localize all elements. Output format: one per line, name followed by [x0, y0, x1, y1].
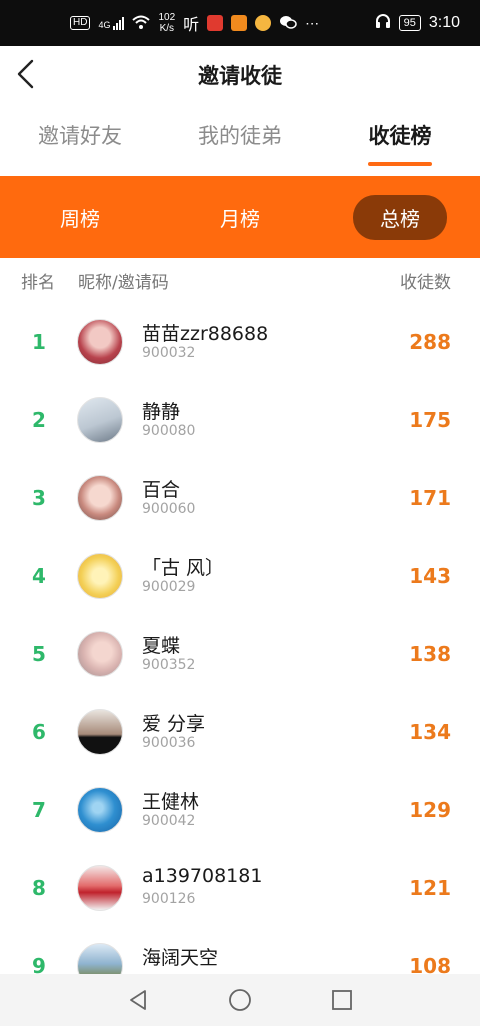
tab-leaderboard[interactable]: 收徒榜: [320, 102, 480, 168]
invite-code: 900029: [142, 579, 196, 595]
avatar: [77, 319, 123, 365]
clock: 3:10: [428, 14, 460, 31]
list-item[interactable]: 2 静静 900080 175: [0, 381, 480, 459]
column-rank: 排名: [21, 273, 55, 293]
invite-code: 900042: [142, 813, 196, 829]
invite-code: 900352: [142, 657, 196, 673]
rank-number: 1: [32, 330, 46, 354]
nickname: 静静: [142, 401, 181, 423]
invite-code: 900060: [142, 501, 196, 517]
square-recents-icon: [332, 990, 352, 1010]
apprentice-count: 175: [409, 408, 451, 432]
tab-my-apprentices[interactable]: 我的徒弟: [160, 102, 320, 168]
rank-number: 3: [32, 486, 46, 510]
rank-number: 7: [32, 798, 46, 822]
nickname: 苗苗zzr88688: [142, 323, 269, 345]
news-app-icon: [207, 15, 224, 31]
battery-indicator: 95: [398, 15, 421, 31]
wechat-icon: [279, 15, 297, 32]
avatar: [77, 865, 123, 911]
list-item[interactable]: 7 王健林 900042 129: [0, 771, 480, 849]
rank-number: 4: [32, 564, 46, 588]
avatar: [77, 397, 123, 443]
invite-code: 900032: [142, 345, 196, 361]
apprentice-count: 121: [409, 876, 451, 900]
network-speed: 102 K/s: [158, 12, 175, 34]
invite-code: 900036: [142, 735, 196, 751]
nickname: a139708181: [142, 865, 263, 887]
invite-code: 900126: [142, 891, 196, 907]
music-app-icon: 听: [183, 17, 200, 34]
avatar: [77, 787, 123, 833]
list-item[interactable]: 6 爱 分享 900036 134: [0, 693, 480, 771]
circle-home-icon: [229, 989, 251, 1011]
system-nav-bar: [0, 974, 480, 1026]
status-left: HD 4G 102 K/s 听 ⋯: [70, 11, 319, 35]
list-header: 排名 昵称/邀请码 收徒数: [0, 268, 480, 294]
leaderboard-list: 1 苗苗zzr88688 900032 288 2 静静 900080 1 7 5 …: [0, 303, 480, 1005]
tab-bar: 邀请好友 我的徒弟 收徒榜: [0, 102, 480, 168]
nickname: 王健林: [142, 791, 200, 813]
range-weekly[interactable]: 周榜: [0, 203, 160, 232]
video-app-icon: [231, 15, 248, 31]
range-total[interactable]: 总榜: [320, 194, 480, 240]
apprentice-count: 288: [409, 330, 451, 354]
network-type-label: 4G: [98, 19, 111, 30]
nav-recents-button[interactable]: [319, 977, 365, 1023]
range-weekly-label: 周榜: [60, 206, 100, 231]
range-total-label: 总榜: [353, 194, 447, 240]
status-right: 95 3:10: [375, 13, 460, 33]
apprentice-count: 171: [409, 486, 451, 510]
page-header: 邀请收徒: [0, 46, 480, 102]
rank-number: 6: [32, 720, 46, 744]
range-monthly-label: 月榜: [220, 206, 260, 231]
column-count: 收徒数: [400, 273, 451, 293]
avatar: [77, 553, 123, 599]
rank-number: 2: [32, 408, 46, 432]
list-item[interactable]: 3 百合 900060 171: [0, 459, 480, 537]
triangle-back-icon: [130, 990, 146, 1010]
list-item[interactable]: 4 「古 风〕 900029 143: [0, 537, 480, 615]
list-item[interactable]: 1 苗苗zzr88688 900032 288: [0, 303, 480, 381]
apprentice-count: 143: [409, 564, 451, 588]
nickname: 「古 风〕: [142, 557, 225, 579]
nav-home-button[interactable]: [217, 977, 263, 1023]
avatar: [77, 709, 123, 755]
hd-badge: HD: [70, 16, 91, 30]
apprentice-count: 129: [409, 798, 451, 822]
range-monthly[interactable]: 月榜: [160, 203, 320, 232]
apprentice-count: 138: [409, 642, 451, 666]
nickname: 百合: [142, 479, 181, 501]
nickname: 爱 分享: [142, 713, 206, 735]
wifi-icon: [132, 15, 151, 32]
signal-icon: 4G: [98, 16, 125, 30]
page-title: 邀请收徒: [198, 64, 282, 88]
apprentice-count: 134: [409, 720, 451, 744]
status-bar: HD 4G 102 K/s 听 ⋯ 95 3:10: [0, 0, 480, 46]
range-selector: 周榜 月榜 总榜: [0, 176, 480, 258]
more-notifications-icon: ⋯: [305, 14, 320, 31]
reader-app-icon: [255, 15, 272, 31]
avatar: [77, 475, 123, 521]
speed-unit: K/s: [159, 23, 175, 34]
column-name: 昵称/邀请码: [78, 273, 169, 293]
speed-value: 102: [158, 12, 176, 23]
headphones-icon: [375, 13, 391, 33]
list-item[interactable]: 5 夏蝶 900352 138: [0, 615, 480, 693]
nickname: 夏蝶: [142, 635, 181, 657]
invite-code: 900080: [142, 423, 196, 439]
rank-number: 5: [32, 642, 46, 666]
nickname: 海阔天空: [142, 947, 219, 969]
avatar: [77, 631, 123, 677]
nav-back-button[interactable]: [115, 977, 161, 1023]
rank-number: 8: [32, 876, 46, 900]
tab-invite-friends[interactable]: 邀请好友: [0, 102, 160, 168]
list-item[interactable]: 8 a139708181 900126 121: [0, 849, 480, 927]
